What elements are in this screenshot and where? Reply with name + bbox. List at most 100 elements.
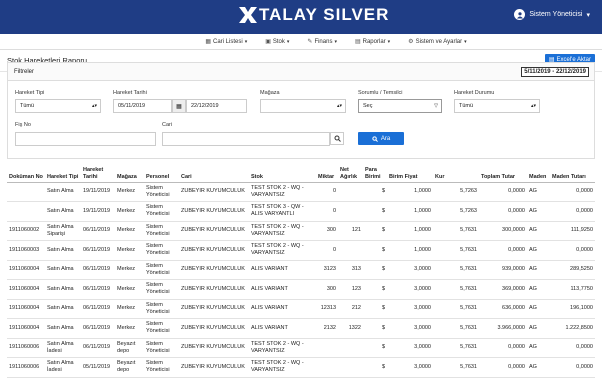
date-from-input[interactable]: 05/11/2019	[113, 99, 172, 113]
hareket-tipi-select[interactable]: Tümü ▴▾	[15, 99, 101, 113]
logo-x-icon	[239, 7, 257, 23]
sorumlu-select[interactable]: Seç ▽	[358, 99, 442, 113]
table-cell: ALIS VARIANT	[249, 279, 316, 300]
table-row[interactable]: 1911060006 Satın Alma İadesi 06/11/2019 Bey…	[7, 338, 595, 358]
table-cell: 1911060004	[7, 318, 45, 339]
table-row[interactable]: 1911060006 Satın Alma İadesi 05/11/2019 Bey…	[7, 357, 595, 378]
table-cell: 1911060006	[7, 357, 45, 378]
table-row[interactable]: 1911060002 Satın Alma Siparişi 06/11/2019 M…	[7, 221, 595, 241]
table-row[interactable]: 1911060004 Satın Alma 06/11/2019 Merkez Sist…	[7, 318, 595, 339]
money-icon: ✎	[307, 39, 313, 45]
table-cell: Merkez	[115, 318, 144, 339]
table-row[interactable]: Satın Alma 19/11/2019 Merkez Sistem Yönetic…	[7, 201, 595, 222]
nav-finans[interactable]: ✎ Finans ▾	[307, 38, 337, 46]
table-cell	[316, 357, 338, 378]
column-header[interactable]: Birim Fiyat	[387, 163, 433, 183]
table-cell: ZUBEYIR KUYUMCULUK	[179, 240, 249, 261]
table-cell	[338, 182, 363, 202]
table-row[interactable]: 1911060004 Satın Alma 06/11/2019 Merkez Sist…	[7, 279, 595, 300]
table-cell: 5,7631	[433, 338, 479, 358]
table-row[interactable]: 1911060003 Satın Alma 06/11/2019 Merkez Sist…	[7, 240, 595, 261]
stock-movements-table: Doküman No Hareket Tipi Hareket Tarihi Mağa…	[7, 163, 595, 378]
table-cell: 300,0000	[479, 221, 527, 241]
table-cell	[7, 182, 45, 202]
user-menu[interactable]: Sistem Yöneticisi ▾	[514, 9, 590, 20]
table-cell: 369,0000	[479, 279, 527, 300]
table-cell: 196,1000	[550, 299, 595, 319]
table-cell: 19/11/2019	[81, 201, 115, 222]
chevron-down-icon: ▴▾	[530, 103, 536, 109]
column-header[interactable]: Maden Tutarı	[550, 163, 595, 183]
table-cell: ZUBEYIR KUYUMCULUK	[179, 221, 249, 241]
chevron-down-icon: ▾	[334, 38, 337, 45]
ara-button[interactable]: Ara	[358, 132, 404, 145]
chevron-down-icon: ▽	[434, 103, 438, 109]
column-header[interactable]: Kur	[433, 163, 479, 183]
fis-no-input[interactable]	[15, 132, 156, 146]
column-header[interactable]: Net Ağırlık	[338, 163, 363, 183]
table-cell: TEST STOK 2 - WQ - VARYANTSIZ	[249, 338, 316, 358]
logo[interactable]: TALAY SILVER	[238, 5, 389, 25]
table-cell: AG	[527, 318, 550, 339]
table-row[interactable]: 1911060004 Satın Alma 06/11/2019 Merkez Sist…	[7, 299, 595, 319]
table-cell: 5,7631	[433, 299, 479, 319]
table-cell: 5,7631	[433, 260, 479, 280]
table-cell: 0	[316, 182, 338, 202]
table-cell: 1911060003	[7, 240, 45, 261]
column-header[interactable]: Maden	[527, 163, 550, 183]
table-cell: 0,0000	[479, 357, 527, 378]
user-name: Sistem Yöneticisi	[529, 11, 583, 18]
column-header[interactable]: Hareket Tarihi	[81, 163, 115, 183]
nav-sistem-ayarlar[interactable]: ⚙ Sistem ve Ayarlar ▾	[408, 38, 466, 46]
magaza-select[interactable]: ▴▾	[260, 99, 346, 113]
table-cell: 212	[338, 299, 363, 319]
table-cell: 1,0000	[387, 201, 433, 222]
table-cell: 313	[338, 260, 363, 280]
search-icon[interactable]	[330, 132, 344, 145]
column-header[interactable]: Miktar	[316, 163, 338, 183]
column-header[interactable]: Hareket Tipi	[45, 163, 81, 183]
table-cell: 3,0000	[387, 260, 433, 280]
table-cell: 300	[316, 221, 338, 241]
table-cell: Satın Alma	[45, 240, 81, 261]
column-header[interactable]: Personel	[144, 163, 179, 183]
column-header[interactable]: Toplam Tutar	[479, 163, 527, 183]
table-cell: 3123	[316, 260, 338, 280]
table-cell: ZUBEYIR KUYUMCULUK	[179, 318, 249, 339]
column-header[interactable]: Doküman No	[7, 163, 45, 183]
table-row[interactable]: 1911060004 Satın Alma 06/11/2019 Merkez Sist…	[7, 260, 595, 280]
table-cell: AG	[527, 338, 550, 358]
table-cell: 113,7750	[550, 279, 595, 300]
table-cell: 1,0000	[387, 240, 433, 261]
table-cell: 5,7263	[433, 182, 479, 202]
sorumlu-label: Sorumlu / Temsilci	[358, 90, 403, 96]
table-cell: 1911060004	[7, 260, 45, 280]
main-nav: ▦ Cari Listesi ▾ ▣ Stok ▾ ✎ Finans ▾ ▤ Raporlar…	[0, 34, 602, 50]
calendar-icon[interactable]: ▦	[172, 99, 186, 113]
date-to-input[interactable]: 22/12/2019	[186, 99, 247, 113]
table-cell: TEST STOK 2 - WQ - VARYANTSIZ	[249, 221, 316, 241]
chevron-down-icon: ▴▾	[91, 103, 97, 109]
table-cell: 3.966,0000	[479, 318, 527, 339]
date-range-picker[interactable]: 5/11/2019 - 22/12/2019	[521, 67, 589, 77]
table-row[interactable]: Satın Alma 19/11/2019 Merkez Sistem Yönetic…	[7, 182, 595, 202]
column-header[interactable]: Mağaza	[115, 163, 144, 183]
cari-input[interactable]	[162, 132, 330, 146]
table-cell: TEST STOK 2 - WQ - VARYANTSIZ	[249, 240, 316, 261]
table-cell: Satın Alma	[45, 182, 81, 202]
table-cell: Satın Alma	[45, 318, 81, 339]
nav-raporlar[interactable]: ▤ Raporlar ▾	[355, 38, 390, 46]
column-header[interactable]: Stok	[249, 163, 316, 183]
nav-stok[interactable]: ▣ Stok ▾	[265, 38, 289, 46]
column-header[interactable]: Para Birimi	[363, 163, 387, 183]
table-cell: 0,0000	[479, 201, 527, 222]
table-cell: 0	[316, 240, 338, 261]
table-cell: ALIS VARIANT	[249, 299, 316, 319]
table-cell: Sistem Yöneticisi	[144, 260, 179, 280]
nav-cari-listesi[interactable]: ▦ Cari Listesi ▾	[205, 38, 247, 46]
table-cell: 5,7631	[433, 279, 479, 300]
filter-panel: Filtreler 5/11/2019 - 22/12/2019 Hareket…	[7, 62, 595, 159]
column-header[interactable]: Cari	[179, 163, 249, 183]
table-cell: 06/11/2019	[81, 279, 115, 300]
hareket-durumu-select[interactable]: Tümü ▴▾	[454, 99, 540, 113]
